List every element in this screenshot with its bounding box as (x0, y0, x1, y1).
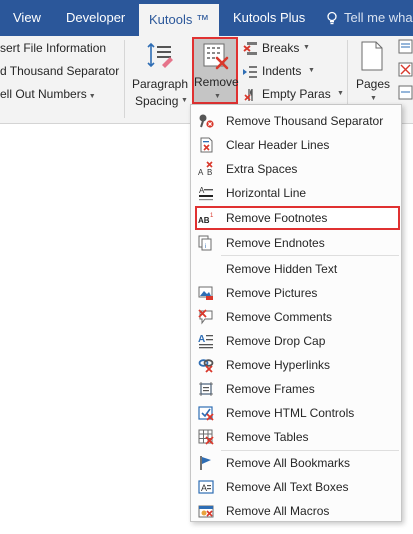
svg-text:A: A (201, 483, 207, 493)
menu-item-label: Remove Drop Cap (226, 334, 326, 348)
extra-spaces-icon: A B (198, 161, 213, 177)
comments-icon (198, 309, 213, 325)
paragraph-spacing-icon (147, 42, 173, 68)
pictures-icon (198, 286, 213, 300)
menu-item-horizontal-line[interactable]: A Horizontal Line (191, 181, 401, 205)
breaks-button[interactable]: Breaks ▼ (243, 39, 343, 59)
partial-toolbar-icon[interactable] (398, 62, 413, 77)
menu-item-remove-thousand-separator[interactable]: Remove Thousand Separator (191, 109, 401, 133)
menu-item-label: Remove Footnotes (226, 211, 328, 225)
indents-button[interactable]: Indents ▼ (243, 62, 343, 82)
menu-item-remove-hidden-text[interactable]: Remove Hidden Text (191, 257, 401, 281)
chevron-down-icon: ▼ (181, 97, 188, 104)
menu-item-label: Remove Frames (226, 382, 315, 396)
tables-icon (198, 429, 214, 445)
svg-text:A: A (198, 168, 204, 177)
menu-item-label: Horizontal Line (226, 186, 307, 200)
indents-icon (243, 66, 257, 78)
hyperlinks-icon (198, 359, 214, 373)
group-divider (124, 40, 125, 118)
remove-label: Remove (194, 75, 239, 89)
menu-item-label: Remove Thousand Separator (226, 114, 384, 128)
paragraph-spacing-label-1: Paragraph (131, 77, 189, 91)
chevron-down-icon: ▼ (308, 67, 315, 74)
svg-text:B: B (207, 168, 212, 177)
frames-icon (199, 382, 213, 396)
thousand-separator-icon (199, 114, 214, 128)
menu-item-label: Remove All Text Boxes (226, 480, 349, 494)
clear-header-lines-icon (200, 137, 213, 153)
text-boxes-icon: A (198, 480, 214, 494)
svg-text:i: i (205, 244, 206, 250)
menu-item-remove-pictures[interactable]: Remove Pictures (191, 281, 401, 305)
svg-text:A: A (199, 186, 205, 195)
menu-item-label: Remove All Bookmarks (226, 456, 351, 470)
menu-item-label: Remove Endnotes (226, 236, 325, 250)
svg-text:1: 1 (210, 213, 214, 219)
macros-icon (198, 505, 214, 518)
menu-item-remove-hyperlinks[interactable]: Remove Hyperlinks (191, 353, 401, 377)
ribbon-tab-bar: View Developer Kutools ™ Kutools Plus Te… (0, 0, 413, 42)
insert-file-information-button[interactable]: sert File Information (0, 41, 106, 55)
empty-paras-label: Empty Paras (262, 87, 331, 101)
menu-item-remove-tables[interactable]: Remove Tables (191, 425, 401, 449)
svg-text:A: A (198, 334, 205, 345)
menu-item-label: Remove Tables (226, 430, 309, 444)
tell-me-search[interactable]: Tell me wha (344, 0, 413, 36)
spell-out-numbers-label: ell Out Numbers (0, 87, 87, 101)
menu-item-remove-comments[interactable]: Remove Comments (191, 305, 401, 329)
empty-paras-button[interactable]: Empty Paras ▼ (243, 85, 344, 105)
empty-paras-icon (244, 89, 253, 101)
menu-item-remove-all-text-boxes[interactable]: A Remove All Text Boxes (191, 475, 401, 499)
menu-item-label: Remove Comments (226, 310, 333, 324)
tab-kutools-plus[interactable]: Kutools Plus (233, 0, 305, 36)
horizontal-line-icon: A (199, 186, 213, 201)
menu-item-remove-all-macros[interactable]: Remove All Macros (191, 499, 401, 523)
menu-item-remove-frames[interactable]: Remove Frames (191, 377, 401, 401)
chevron-down-icon: ▼ (303, 44, 310, 51)
remove-icon (203, 43, 229, 70)
spell-out-numbers-button[interactable]: ell Out Numbers ▼ (0, 87, 96, 101)
remove-dropdown-menu: Remove Thousand Separator Clear Header L… (190, 104, 402, 522)
chevron-down-icon: ▼ (337, 90, 344, 97)
menu-separator (221, 255, 399, 256)
breaks-icon (243, 42, 257, 55)
chevron-down-icon: ▼ (370, 95, 377, 102)
drop-cap-icon: A (198, 334, 213, 349)
menu-item-label: Remove Hyperlinks (226, 358, 331, 372)
partial-toolbar-icon[interactable] (398, 85, 413, 100)
endnotes-icon: i (198, 235, 212, 251)
menu-item-extra-spaces[interactable]: A B Extra Spaces (191, 157, 401, 181)
menu-item-remove-html-controls[interactable]: Remove HTML Controls (191, 401, 401, 425)
menu-item-label: Remove HTML Controls (226, 406, 355, 420)
indents-label: Indents (262, 64, 302, 78)
lightbulb-icon (327, 11, 337, 25)
menu-item-label: Clear Header Lines (226, 138, 330, 152)
menu-item-label: Extra Spaces (226, 162, 298, 176)
menu-item-remove-endnotes[interactable]: i Remove Endnotes (191, 231, 401, 255)
paragraph-spacing-button[interactable]: Paragraph Spacing ▼ (131, 39, 189, 119)
partial-toolbar-icon[interactable] (398, 39, 413, 54)
pages-icon (361, 41, 383, 71)
bookmarks-icon (200, 456, 211, 470)
thousand-separator-button[interactable]: d Thousand Separator (0, 64, 119, 78)
menu-item-label: Remove All Macros (226, 504, 330, 518)
menu-item-remove-drop-cap[interactable]: A Remove Drop Cap (191, 329, 401, 353)
svg-text:AB: AB (198, 216, 210, 225)
menu-item-label: Remove Pictures (226, 286, 318, 300)
pages-label: Pages (356, 77, 391, 91)
breaks-label: Breaks (262, 41, 300, 55)
menu-item-remove-footnotes[interactable]: AB 1 Remove Footnotes (195, 206, 400, 230)
menu-item-remove-all-bookmarks[interactable]: Remove All Bookmarks (191, 451, 401, 475)
tab-developer[interactable]: Developer (66, 0, 125, 36)
remove-button[interactable]: Remove ▼ (192, 37, 239, 104)
menu-item-label: Remove Hidden Text (226, 262, 338, 276)
html-controls-icon (198, 406, 214, 421)
menu-item-clear-header-lines[interactable]: Clear Header Lines (191, 133, 401, 157)
paragraph-spacing-label-2: Spacing (135, 94, 179, 108)
chevron-down-icon: ▼ (88, 93, 96, 100)
footnotes-icon: AB 1 (198, 213, 214, 225)
chevron-down-icon: ▼ (214, 93, 221, 100)
tab-view[interactable]: View (13, 0, 41, 36)
